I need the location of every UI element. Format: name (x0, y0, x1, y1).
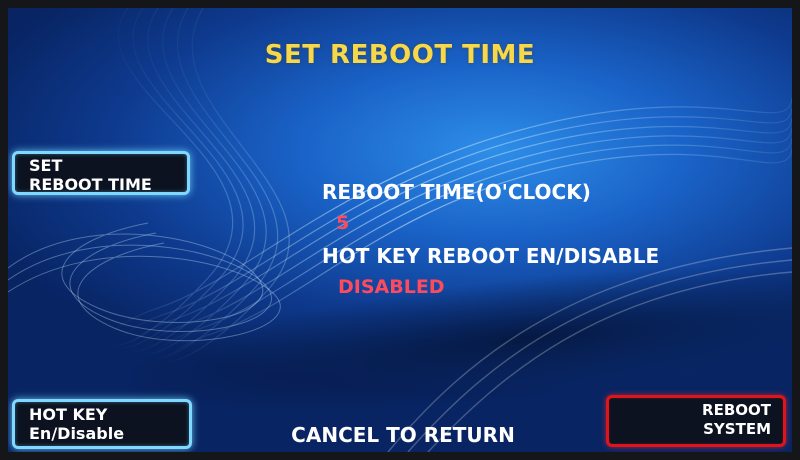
cancel-to-return-text: CANCEL TO RETURN (291, 423, 515, 447)
hot-key-toggle-button[interactable]: HOT KEY En/Disable (12, 399, 192, 449)
atm-bezel: SET REBOOT TIME SET REBOOT TIME HOT KEY … (0, 0, 800, 460)
atm-screen: SET REBOOT TIME SET REBOOT TIME HOT KEY … (8, 8, 792, 452)
screen-title: SET REBOOT TIME (264, 40, 536, 70)
hot-key-reboot-value: DISABLED (338, 276, 445, 298)
set-reboot-time-line1: SET (29, 156, 63, 175)
reboot-system-line2: SYSTEM (703, 420, 771, 438)
background-waves (8, 8, 792, 452)
reboot-system-line1: REBOOT (702, 401, 771, 419)
hot-key-reboot-label: HOT KEY REBOOT EN/DISABLE (322, 244, 660, 268)
set-reboot-time-line2: REBOOT TIME (29, 175, 152, 194)
reboot-time-value: 5 (336, 212, 350, 234)
hot-key-line1: HOT KEY (29, 405, 108, 424)
hot-key-line2: En/Disable (29, 424, 125, 443)
reboot-system-button[interactable]: REBOOT SYSTEM (606, 395, 786, 447)
reboot-time-label: REBOOT TIME(O'CLOCK) (322, 180, 591, 204)
set-reboot-time-button[interactable]: SET REBOOT TIME (12, 151, 190, 195)
